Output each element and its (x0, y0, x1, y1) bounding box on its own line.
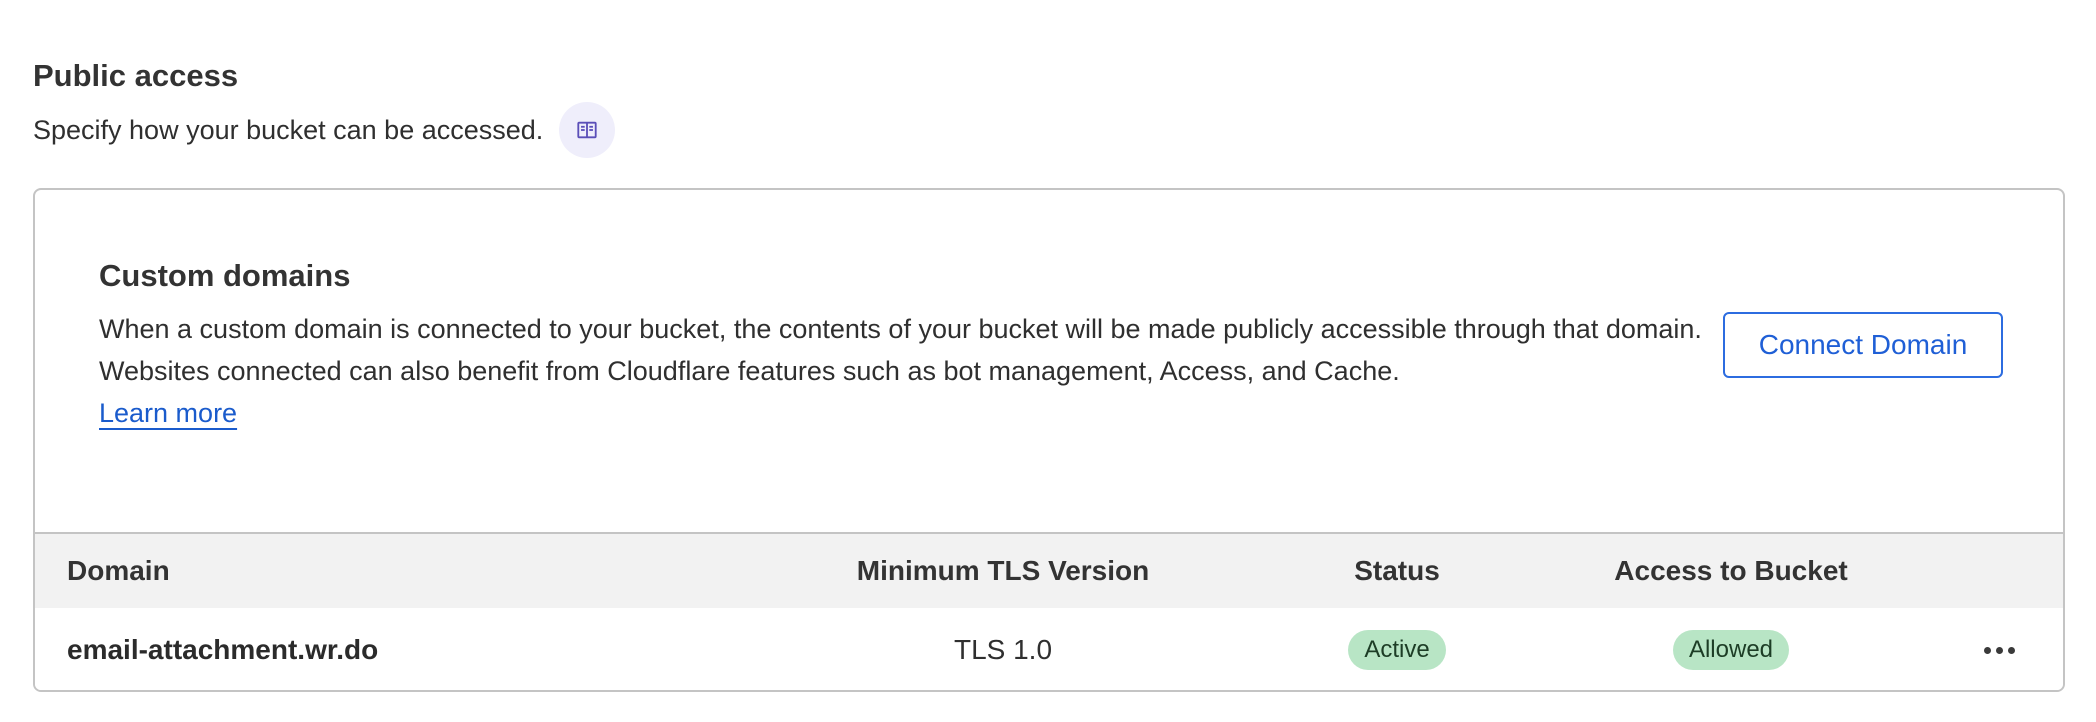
section-title: Public access (33, 58, 239, 93)
column-header-domain: Domain (67, 555, 170, 586)
public-access-header: Public access Specify how your bucket ca… (33, 52, 616, 158)
domain-cell: email-attachment.wr.do (67, 634, 379, 665)
section-subtitle-row: Specify how your bucket can be accessed. (33, 102, 616, 158)
column-header-access: Access to Bucket (1614, 555, 1848, 586)
column-header-min-tls: Minimum TLS Version (856, 555, 1150, 586)
book-open-icon (577, 121, 597, 139)
page: Public access Specify how your bucket ca… (0, 0, 2096, 722)
custom-domains-intro: Custom domains When a custom domain is c… (35, 190, 2063, 532)
ellipsis-icon (1983, 646, 2015, 654)
row-actions-button[interactable] (1975, 626, 2023, 674)
min-tls-cell: TLS 1.0 (953, 634, 1053, 665)
card-description-text: When a custom domain is connected to you… (99, 314, 1702, 386)
access-cell: Allowed (1581, 608, 1881, 690)
learn-more-link[interactable]: Learn more (99, 398, 237, 428)
status-cell: Active (1327, 608, 1467, 690)
card-title: Custom domains (99, 258, 351, 293)
table-row: email-attachment.wr.do TLS 1.0 Active Al… (35, 608, 2063, 690)
custom-domains-card: Custom domains When a custom domain is c… (33, 188, 2065, 692)
connect-domain-button[interactable]: Connect Domain (1723, 312, 2003, 378)
card-description: When a custom domain is connected to you… (99, 308, 1719, 434)
domains-table: Domain Minimum TLS Version Status Access… (35, 532, 2063, 690)
column-header-status: Status (1354, 555, 1440, 586)
table-header: Domain Minimum TLS Version Status Access… (35, 534, 2063, 608)
docs-button[interactable] (559, 102, 616, 158)
access-badge: Allowed (1672, 630, 1790, 670)
section-description: Specify how your bucket can be accessed. (33, 115, 544, 145)
status-badge: Active (1348, 630, 1446, 670)
